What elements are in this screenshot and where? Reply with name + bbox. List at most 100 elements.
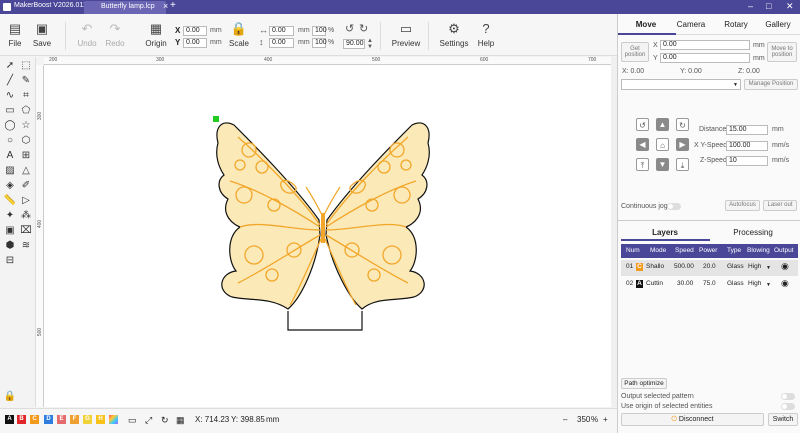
chevron-down-icon[interactable]: ▼ [766,282,771,288]
distance-input[interactable]: 15.00 [726,125,768,135]
color-chip-h[interactable]: H [96,415,105,424]
switch-button[interactable]: Switch [768,413,798,426]
edit-tool-icon[interactable]: ✐ [19,179,33,193]
layer-blowing[interactable]: High [748,280,761,287]
zoom-level[interactable]: 350 [577,415,590,424]
image-tool-icon[interactable]: ▨ [3,164,17,178]
triangle-tool-icon[interactable]: △ [19,164,33,178]
position-x-input[interactable]: 0.00 [660,40,750,50]
tab-camera[interactable]: Camera [673,20,709,29]
move-up-icon[interactable]: ▲ [656,118,669,131]
save-button[interactable]: ▣ Save [31,22,53,49]
get-position-button[interactable]: Get position [621,42,649,62]
layer-speed[interactable]: 30.00 [677,280,693,287]
rotate-cw-icon[interactable]: ↻ [359,22,368,35]
eye-icon[interactable]: ◉ [781,261,789,272]
curve-tool-icon[interactable]: ∿ [3,89,17,103]
zoom-out-icon[interactable]: – [563,415,567,424]
file-button[interactable]: ▤ File [6,22,24,49]
z-down-icon[interactable]: ⤓ [676,158,689,171]
move-left-icon[interactable]: ◀ [636,138,649,151]
settings-button[interactable]: ⚙ Settings [438,22,470,49]
array-tool-icon[interactable]: ⁂ [19,209,33,223]
lasso-icon[interactable]: ↻ [161,415,169,426]
position-y-input[interactable]: 0.00 [660,53,750,63]
text-tool-icon[interactable]: A [3,149,17,163]
layer-color-chip[interactable]: A [636,280,643,288]
layer-type[interactable]: Glass [727,263,744,270]
tab-processing[interactable]: Processing [726,228,780,237]
position-preset-select[interactable]: ▼ [621,79,741,90]
z-up-icon[interactable]: ⤒ [636,158,649,171]
color-chip-e[interactable]: E [57,415,66,424]
move-down-icon[interactable]: ▼ [656,158,669,171]
y-position-input[interactable]: 0.00 [183,38,207,48]
polygon-tool-icon[interactable]: ⬠ [19,104,33,118]
selection-handle[interactable] [213,116,219,122]
rectangle-tool-icon[interactable]: ▭ [3,104,17,118]
fit-to-window-icon[interactable]: ⤢ [145,415,152,426]
color-chip-b[interactable]: B [17,415,26,424]
layer-power[interactable]: 20.0 [703,263,716,270]
x-position-input[interactable]: 0.00 [183,26,207,36]
close-window-icon[interactable]: ✕ [786,1,794,12]
cube-tool-icon[interactable]: ⬢ [3,239,17,253]
disconnect-button[interactable]: ⏻ Disconnect [621,413,764,426]
color-chip-c[interactable]: C [30,415,39,424]
redo-button[interactable]: ↷ Redo [104,22,126,49]
color-chip-f[interactable]: F [70,415,79,424]
eye-icon[interactable]: ◉ [781,278,789,289]
shape-tool-icon[interactable]: ⬡ [19,134,33,148]
move-right-icon[interactable]: ▶ [676,138,689,151]
table-row[interactable]: 02 A Cuttin 30.00 75.0 Glass High ▼ ◉ [621,277,798,293]
autofocus-button[interactable]: Autofocus [725,200,760,211]
add-tab-icon[interactable]: + [170,0,176,11]
crop-tool-icon[interactable]: ⌧ [19,224,33,238]
scale-button[interactable]: 🔒 Scale [228,22,250,49]
xy-speed-input[interactable]: 100.00 [726,141,768,151]
star-tool-icon[interactable]: ☆ [19,119,33,133]
rotate-right-icon[interactable]: ↻ [676,118,689,131]
layer-mode[interactable]: Shallo [646,263,664,270]
z-speed-input[interactable]: 10 [726,156,768,166]
node-tool-icon[interactable]: ⌗ [19,89,33,103]
material-tool-icon[interactable]: ⊟ [3,254,17,268]
layer-blowing[interactable]: High [748,263,761,270]
preview-button[interactable]: ▭ Preview [390,22,422,49]
use-origin-toggle[interactable] [781,403,795,410]
frame-select-icon[interactable]: ▭ [128,415,137,426]
move-to-position-button[interactable]: Move to position [767,42,797,62]
layer-mode[interactable]: Cuttin [646,280,663,287]
chevron-down-icon[interactable]: ▼ [766,265,771,271]
measure-tool-icon[interactable]: 📏 [3,194,17,208]
color-palette-icon[interactable] [109,415,118,424]
rotation-input[interactable]: 90.00 [343,39,365,49]
color-chip-g[interactable]: G [83,415,92,424]
help-button[interactable]: ? Help [476,22,496,49]
layer-power[interactable]: 75.0 [703,280,716,287]
ellipse-tool-icon[interactable]: ◯ [3,119,17,133]
height-input[interactable]: 0.00 [269,38,294,48]
pen-tool-icon[interactable]: ✎ [19,74,33,88]
color-chip-a[interactable]: A [5,415,14,424]
path-optimize-button[interactable]: Path optimize [621,378,667,389]
circle-tool-icon[interactable]: ○ [3,134,17,148]
laser-out-button[interactable]: Laser out [763,200,797,211]
tab-move[interactable]: Move [628,20,664,29]
undo-button[interactable]: ↶ Undo [76,22,98,49]
zoom-in-icon[interactable]: + [603,415,608,424]
ai-text-tool-icon[interactable]: ✦ [3,209,17,223]
width-input[interactable]: 0.00 [269,26,294,36]
table-view-icon[interactable]: ▦ [176,415,185,426]
layer-color-chip[interactable]: C [636,263,643,271]
layer-speed[interactable]: 500.00 [674,263,694,270]
minimize-icon[interactable]: – [748,1,753,11]
origin-button[interactable]: ▦ Origin [143,22,169,49]
rotate-left-icon[interactable]: ↺ [636,118,649,131]
maximize-icon[interactable]: □ [766,1,771,11]
eraser-tool-icon[interactable]: ◈ [3,179,17,193]
qr-tool-icon[interactable]: ▣ [3,224,17,238]
manage-position-button[interactable]: Manage Position [744,79,798,90]
layers-tool-icon[interactable]: ≋ [19,239,33,253]
tab-layers[interactable]: Layers [638,228,692,237]
